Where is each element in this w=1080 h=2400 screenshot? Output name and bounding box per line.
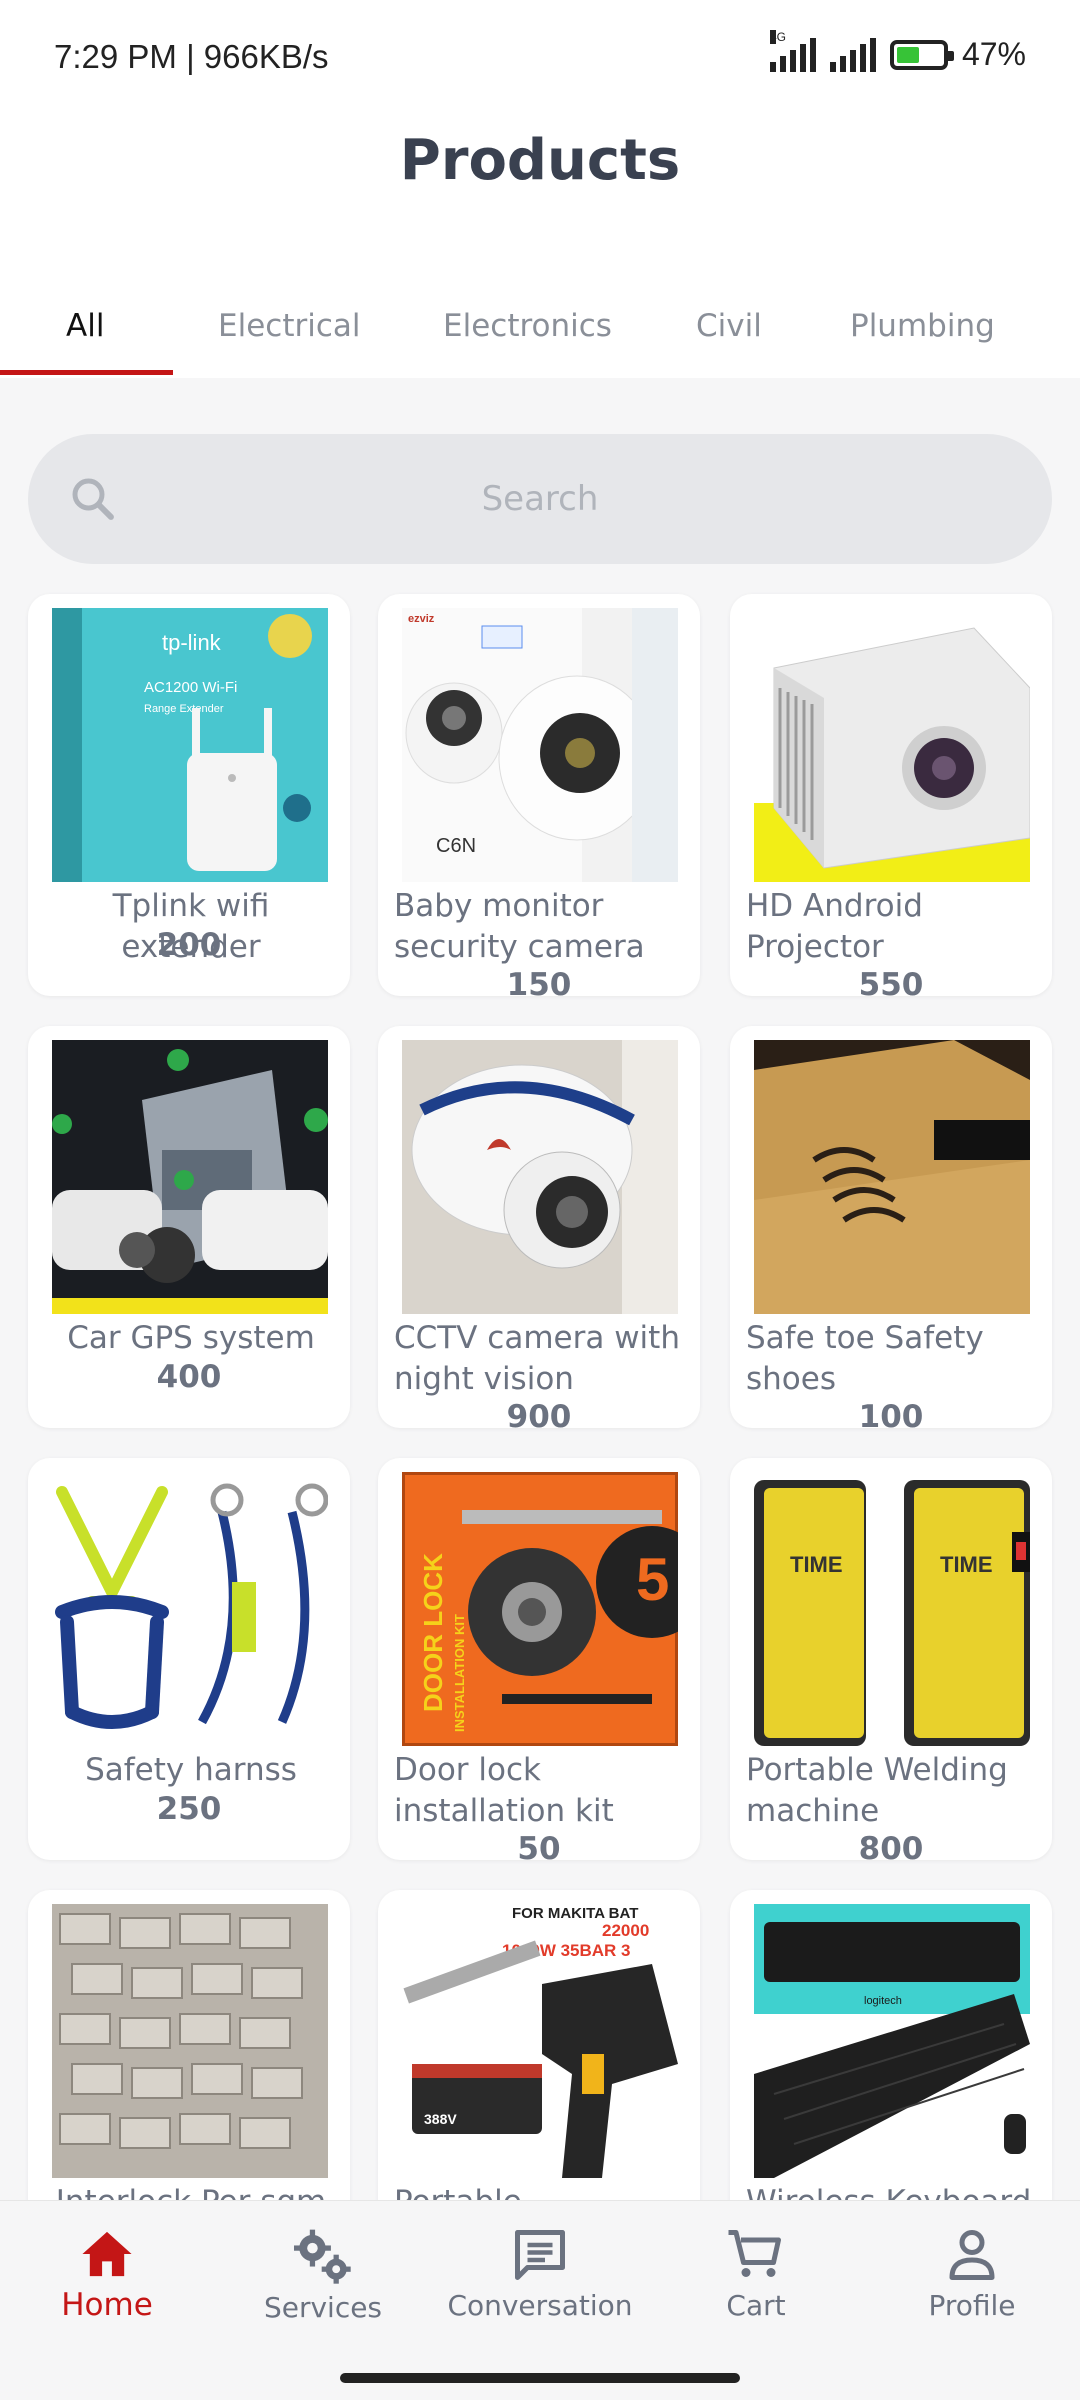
product-name: Portable Welding machine — [746, 1752, 1008, 1829]
svg-text:AC1200 Wi-Fi: AC1200 Wi-Fi — [144, 679, 237, 696]
svg-text:5: 5 — [636, 1546, 669, 1613]
category-tabs: All Electrical Electronics Civil Plumbin… — [0, 260, 1080, 378]
product-price: 400 — [156, 1359, 222, 1395]
product-image-welding-machine: TIME TIME — [754, 1472, 1030, 1746]
product-card[interactable]: Safety harnss 250 — [28, 1458, 350, 1860]
svg-text:ezviz: ezviz — [408, 613, 435, 625]
page-title: Products — [399, 128, 681, 193]
tab-civil[interactable]: Civil — [696, 308, 762, 344]
product-card[interactable]: ezviz C6N Baby monitor security camera 1… — [378, 594, 700, 996]
gears-icon — [294, 2229, 351, 2284]
nav-label-home: Home — [61, 2287, 153, 2323]
home-icon — [82, 2231, 132, 2277]
product-price: 150 — [506, 967, 572, 996]
product-card[interactable]: Safe toe Safety shoes 100 — [730, 1026, 1052, 1428]
nav-home[interactable]: Home — [7, 2227, 207, 2323]
app-header: Products — [0, 120, 1080, 260]
nav-label-services: Services — [263, 2291, 383, 2324]
chat-icon — [515, 2230, 565, 2280]
svg-text:22000: 22000 — [602, 1921, 649, 1940]
product-name: Safety harnss — [85, 1752, 297, 1788]
status-bar: 7:29 PM | 966KB/s 4G 47% — [0, 0, 1080, 120]
product-price: 900 — [506, 1399, 572, 1428]
nav-label-cart: Cart — [726, 2289, 786, 2322]
product-price: 100 — [858, 1399, 924, 1428]
product-card[interactable]: DOOR LOCK INSTALLATION KIT 5 Door lock i… — [378, 1458, 700, 1860]
svg-text:DOOR LOCK: DOOR LOCK — [418, 1553, 448, 1712]
battery-percent: 47% — [961, 36, 1026, 72]
product-price: 200 — [156, 927, 222, 963]
product-image-cctv — [402, 1040, 678, 1314]
gesture-home-indicator[interactable] — [340, 2373, 740, 2383]
product-image-pressure-washer: FOR MAKITA BAT 22000 1000W 35BAR 3 388V — [402, 1904, 678, 2178]
svg-text:TIME: TIME — [940, 1552, 993, 1577]
product-image-safety-harness — [52, 1472, 328, 1746]
cart-icon — [728, 2230, 781, 2277]
network-type-label: 4G — [769, 29, 786, 44]
product-name: CCTV camera with night vision — [394, 1320, 680, 1397]
product-name: HD Android Projector — [746, 888, 923, 965]
search-input[interactable] — [28, 434, 1052, 564]
svg-text:logitech: logitech — [864, 1995, 902, 2007]
product-name: Car GPS system — [67, 1320, 315, 1356]
battery-icon — [889, 39, 954, 70]
tab-electrical[interactable]: Electrical — [218, 308, 360, 344]
product-name: Safe toe Safety shoes — [746, 1320, 984, 1397]
svg-text:TIME: TIME — [790, 1552, 843, 1577]
svg-text:Range Extender: Range Extender — [144, 703, 224, 715]
signal-icon — [829, 37, 876, 72]
product-card[interactable]: tp-link AC1200 Wi-Fi Range Extender Tpli… — [28, 594, 350, 996]
person-icon — [949, 2230, 995, 2280]
nav-services[interactable]: Services — [223, 2227, 423, 2324]
nav-profile[interactable]: Profile — [872, 2227, 1072, 2322]
product-name: Door lock installation kit — [394, 1752, 614, 1829]
product-card[interactable]: Car GPS system 400 — [28, 1026, 350, 1428]
product-card[interactable]: CCTV camera with night vision 900 — [378, 1026, 700, 1428]
nav-cart[interactable]: Cart — [656, 2227, 856, 2322]
nav-label-profile: Profile — [928, 2289, 1016, 2322]
product-image-car-gps — [52, 1040, 328, 1314]
product-image-wireless-keyboard: logitech — [754, 1904, 1030, 2178]
product-image-door-lock-kit: DOOR LOCK INSTALLATION KIT 5 — [402, 1472, 678, 1746]
product-card[interactable]: HD Android Projector 550 — [730, 594, 1052, 996]
product-image-baby-monitor: ezviz C6N — [402, 608, 678, 882]
product-image-tplink: tp-link AC1200 Wi-Fi Range Extender — [52, 608, 328, 882]
tab-electronics[interactable]: Electronics — [443, 308, 612, 344]
product-image-projector — [754, 608, 1030, 882]
svg-text:FOR MAKITA BAT: FOR MAKITA BAT — [512, 1905, 638, 1922]
product-card[interactable]: TIME TIME Portable Welding machine 800 — [730, 1458, 1052, 1860]
svg-text:C6N: C6N — [436, 835, 476, 857]
active-tab-indicator — [0, 370, 173, 375]
status-icons: 4G 47% — [769, 29, 1026, 73]
product-price: 50 — [517, 1831, 561, 1860]
bottom-navigation: Home Services Conversation Cart Profile — [0, 2200, 1080, 2360]
svg-text:INSTALLATION KIT: INSTALLATION KIT — [452, 1614, 467, 1732]
svg-text:388V: 388V — [424, 2111, 457, 2127]
status-time: 7:29 PM | 966KB/s — [54, 38, 329, 75]
tab-plumbing[interactable]: Plumbing — [850, 308, 995, 344]
product-price: 550 — [858, 967, 924, 996]
product-image-interlock — [52, 1904, 328, 2178]
product-name: Baby monitor security camera — [394, 888, 645, 965]
nav-conversation[interactable]: Conversation — [440, 2227, 640, 2322]
nav-label-conversation: Conversation — [447, 2289, 633, 2322]
product-price: 800 — [858, 1831, 924, 1860]
tab-all[interactable]: All — [66, 308, 104, 344]
svg-text:tp-link: tp-link — [162, 630, 222, 655]
signal-4g-icon: 4G — [769, 29, 816, 72]
product-price: 250 — [156, 1791, 222, 1827]
search-bar[interactable] — [28, 434, 1052, 564]
product-image-safety-shoes — [754, 1040, 1030, 1314]
